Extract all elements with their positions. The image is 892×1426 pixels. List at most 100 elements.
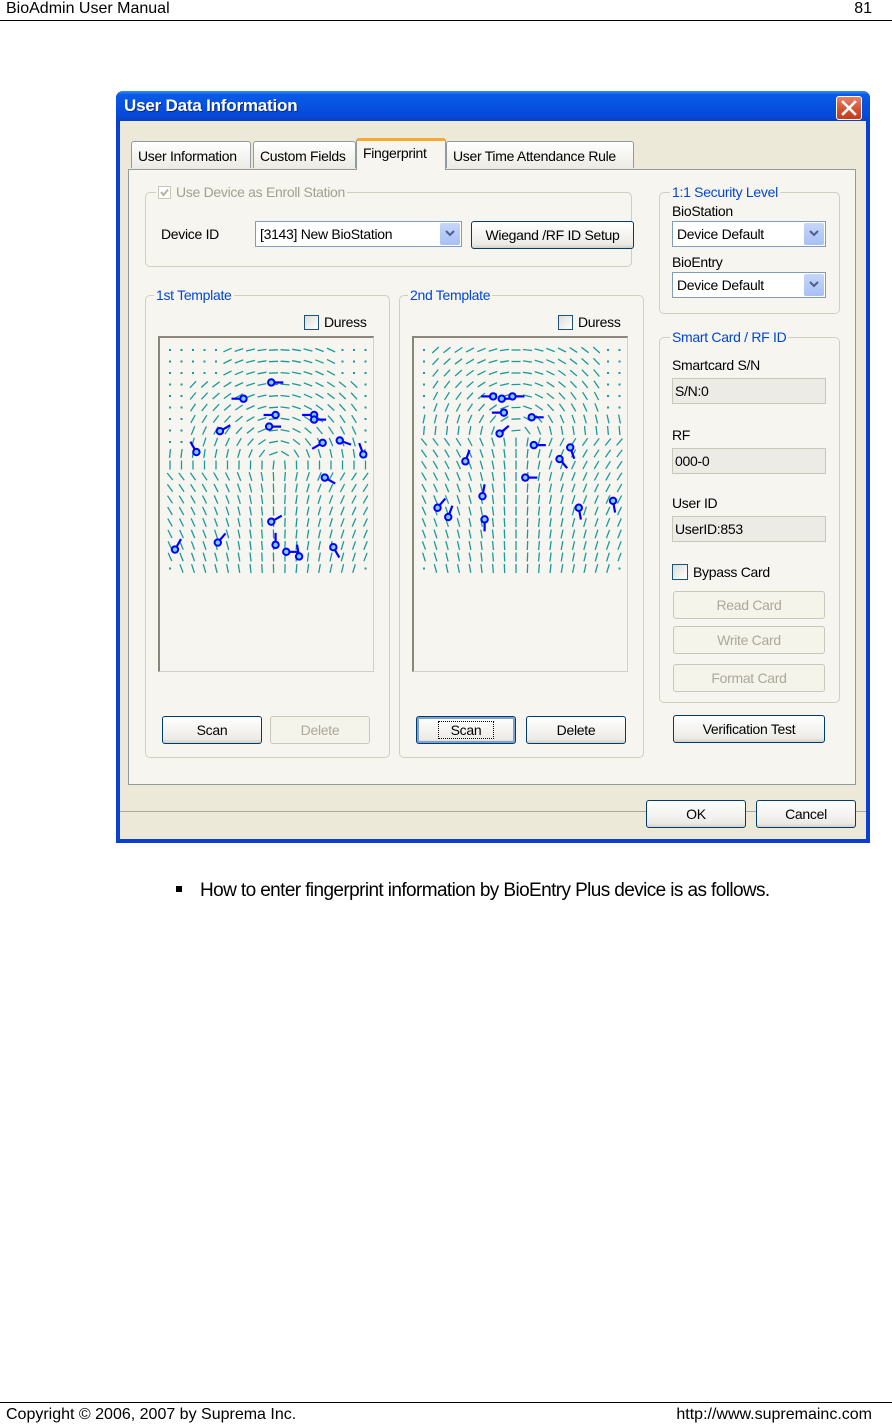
first-template-ridge-dot [364, 567, 367, 570]
first-template-ridge-segment [167, 552, 173, 562]
device-id-select[interactable]: [3143] New BioStation [255, 221, 462, 247]
title-bar[interactable]: User Data Information [116, 91, 870, 121]
second-template-ridge-segment [616, 483, 623, 493]
second-duress-checkbox[interactable] [558, 314, 573, 330]
second-template-ridge-segment [466, 392, 474, 400]
second-template-ridge-segment [433, 483, 438, 493]
first-template-ridge-segment [257, 416, 267, 422]
first-template-ridge-segment [237, 540, 241, 551]
first-template-ridge-dot [180, 429, 183, 432]
tab-user-information[interactable]: User Information [131, 141, 251, 168]
second-template-ridge-segment [547, 414, 554, 424]
second-delete-button[interactable]: Delete [526, 716, 626, 744]
device-id-dropdown-button[interactable] [440, 223, 460, 245]
second-template-ridge-segment [560, 506, 564, 516]
second-template-ridge-segment [500, 416, 509, 422]
first-template-ridge-segment [237, 495, 241, 504]
first-template-ridge-segment [223, 404, 232, 411]
first-template-ridge-segment [291, 405, 302, 410]
first-template-ridge-segment [236, 472, 242, 481]
verification-test-button[interactable]: Verification Test [673, 715, 825, 743]
second-template-ridge-segment [477, 347, 486, 353]
second-template-ridge-dot [423, 395, 425, 397]
second-template-ridge-segment [549, 529, 552, 539]
second-template-ridge-segment [443, 437, 451, 447]
second-duress-option[interactable]: Duress [558, 314, 621, 330]
ok-button[interactable]: OK [646, 800, 746, 828]
rf-field[interactable]: 000-0 [672, 448, 826, 474]
first-scan-button[interactable]: Scan [162, 716, 262, 744]
second-template-minutia [608, 496, 618, 513]
bypass-card-checkbox[interactable] [672, 564, 688, 580]
second-scan-button[interactable]: Scan [416, 716, 516, 744]
first-template-ridge-segment [249, 563, 252, 574]
bioentry-dropdown-button[interactable] [804, 274, 824, 296]
tab-user-time-attendance-rule[interactable]: User Time Attendance Rule [446, 141, 634, 168]
tab-custom-fields[interactable]: Custom Fields [253, 141, 356, 168]
first-template-ridge-segment [213, 495, 219, 504]
wiegand-rf-setup-button[interactable]: Wiegand /RF ID Setup [471, 221, 634, 249]
second-template-ridge-segment [480, 563, 483, 574]
first-template-ridge-segment [280, 440, 290, 444]
first-template-ridge-dot [364, 429, 367, 432]
second-template-ridge-dot [618, 372, 621, 374]
second-template-ridge-segment [582, 391, 588, 401]
first-duress-checkbox[interactable] [304, 314, 319, 330]
user-id-field[interactable]: UserID:853 [672, 516, 826, 542]
first-template-ridge-segment [190, 541, 196, 550]
first-delete-button[interactable]: Delete [270, 716, 370, 744]
second-template-ridge-segment [444, 391, 450, 401]
format-card-button[interactable]: Format Card [673, 664, 825, 692]
second-template-ridge-segment [503, 460, 506, 470]
second-template-ridge-segment [534, 382, 544, 387]
second-template-ridge-segment [522, 394, 533, 398]
cancel-button[interactable]: Cancel [756, 800, 856, 828]
enroll-station-group: Use Device as Enroll Station Device ID [… [145, 184, 634, 267]
first-duress-option[interactable]: Duress [304, 314, 367, 330]
tab-fingerprint[interactable]: Fingerprint [356, 138, 446, 170]
second-template-ridge-segment [432, 380, 439, 389]
second-template-ridge-segment [491, 471, 495, 482]
second-template-ridge-segment [511, 429, 521, 432]
close-button[interactable] [836, 96, 862, 120]
bypass-card-option[interactable]: Bypass Card [672, 564, 770, 580]
first-template-ridge-segment [350, 472, 358, 481]
second-template-ridge-segment [468, 552, 472, 562]
second-template-ridge-segment [433, 414, 438, 424]
first-template-ridge-segment [350, 392, 358, 400]
smartcard-sn-field[interactable]: S/N:0 [672, 378, 826, 404]
second-template-ridge-segment [583, 552, 587, 562]
second-template-ridge-segment [433, 564, 438, 573]
first-template-ridge-segment [303, 404, 313, 411]
second-template-minutia [480, 515, 489, 532]
first-template-ridge-dot [364, 406, 367, 409]
second-template-ridge-segment [468, 506, 472, 516]
biostation-dropdown-button[interactable] [804, 223, 824, 245]
bioentry-security-select[interactable]: Device Default [672, 272, 826, 298]
user-data-information-dialog: User Data Information User Information C… [116, 91, 870, 843]
second-template-ridge-segment [499, 360, 510, 363]
second-template-ridge-segment [571, 472, 576, 481]
write-card-button[interactable]: Write Card [673, 626, 825, 654]
read-card-button[interactable]: Read Card [673, 591, 825, 619]
document-header-title: BioAdmin User Manual [6, 0, 170, 17]
second-template-ridge-segment [534, 359, 544, 364]
first-template-ridge-segment [190, 506, 196, 516]
first-template-ridge-segment [280, 394, 290, 398]
first-template-ridge-segment [214, 448, 218, 459]
second-template-ridge-segment [605, 552, 611, 562]
first-template-minutia [264, 422, 282, 431]
biostation-security-select[interactable]: Device Default [672, 221, 826, 247]
security-level-title: 1:1 Security Level [670, 184, 780, 200]
second-template-ridge-segment [605, 529, 611, 539]
first-template-ridge-segment [317, 529, 322, 539]
second-template-ridge-segment [616, 449, 623, 458]
first-template-ridge-segment [212, 392, 220, 400]
use-device-enroll-checkbox[interactable] [158, 185, 171, 199]
first-template-ridge-segment [260, 529, 264, 539]
second-template-ridge-segment [548, 460, 553, 470]
second-template-ridge-segment [537, 460, 541, 470]
first-template-ridge-dot [180, 360, 183, 363]
first-template-ridge-segment [351, 506, 357, 516]
first-template-ridge-segment [190, 529, 196, 539]
